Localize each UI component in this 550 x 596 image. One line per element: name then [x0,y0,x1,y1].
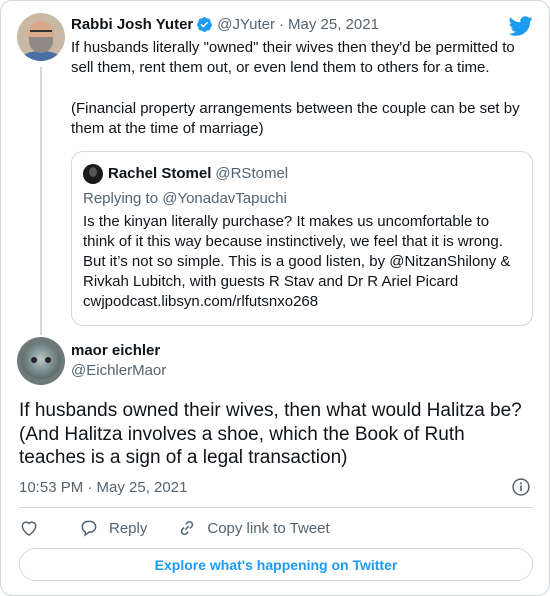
avatar-maor-eichler[interactable] [17,337,65,385]
twitter-bird-icon[interactable] [509,14,533,38]
replying-to-prefix: Replying to [83,190,159,207]
parent-tweet-header: Rabbi Josh Yuter @JYuter · May 25, 2021 [71,16,379,33]
verified-badge-icon [197,17,213,32]
parent-date[interactable]: May 25, 2021 [288,16,379,33]
quoted-display-name: Rachel Stomel [108,165,212,182]
explore-twitter-button[interactable]: Explore what's happening on Twitter [19,548,533,581]
tweet-actions-bar: Reply Copy link to Tweet [19,516,360,540]
reply-icon [81,520,97,537]
replying-to-line: Replying to @YonadavTapuchi [83,190,287,207]
main-handle[interactable]: @EichlerMaor [71,362,166,379]
separator-dot: · [279,16,285,33]
main-tweet-text: If husbands owned their wives, then what… [19,400,522,468]
quoted-tweet[interactable]: Rachel Stomel @RStomel Replying to @Yona… [71,151,533,326]
quoted-handle: @RStomel [215,165,289,182]
thread-connector-line [40,67,42,335]
parent-tweet-text-paragraph-2: (Financial property arrangements between… [71,100,520,137]
avatar-rachel-stomel [83,164,103,184]
parent-display-name[interactable]: Rabbi Josh Yuter [71,16,193,33]
avatar-rabbi-josh-yuter[interactable] [17,13,65,61]
reply-label: Reply [109,519,148,537]
like-button[interactable] [19,518,49,538]
actions-divider [19,507,533,508]
reply-button[interactable]: Reply [79,518,147,538]
heart-icon [21,521,37,536]
replying-to-handle[interactable]: @YonadavTapuchi [162,190,287,207]
parent-handle[interactable]: @JYuter [217,16,275,33]
copy-link-label: Copy link to Tweet [207,519,330,537]
copy-link-icon [181,520,194,536]
quoted-tweet-header: Rachel Stomel @RStomel [108,165,288,182]
quoted-tweet-text: Is the kinyan literally purchase? It mak… [83,213,511,310]
main-display-name[interactable]: maor eichler [71,342,160,359]
info-icon[interactable] [511,477,531,497]
copy-link-button[interactable]: Copy link to Tweet [177,518,330,538]
main-tweet-timestamp[interactable]: 10:53 PM · May 25, 2021 [19,479,187,496]
parent-tweet-text-paragraph-1: If husbands literally "owned" their wive… [71,39,515,76]
tweet-embed-card: Rabbi Josh Yuter @JYuter · May 25, 2021 … [0,0,550,596]
